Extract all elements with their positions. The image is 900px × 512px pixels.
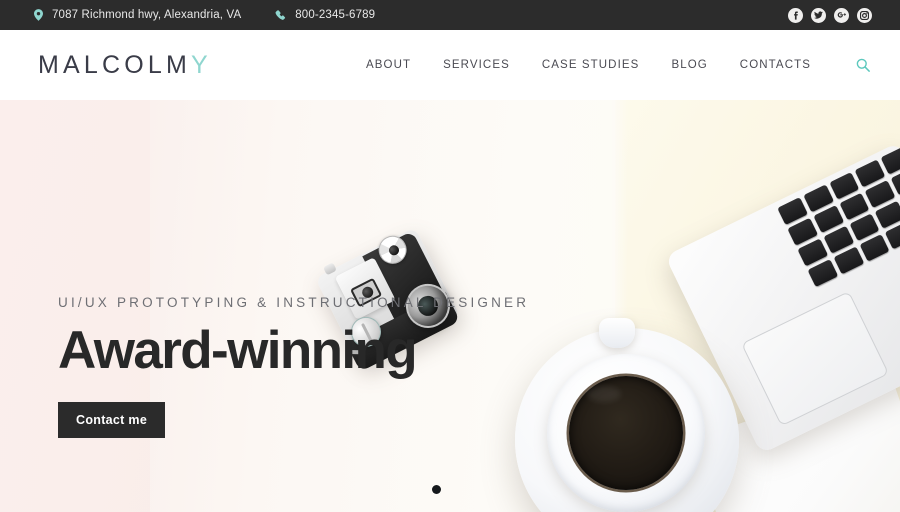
- twitter-icon[interactable]: [811, 7, 826, 23]
- search-icon[interactable]: [856, 58, 870, 72]
- nav-item-case-studies[interactable]: CASE STUDIES: [542, 59, 640, 71]
- nav-item-blog[interactable]: BLOG: [671, 59, 707, 71]
- phone-icon: [275, 9, 286, 21]
- hero-text-block: UI/UX PROTOTYPING & INSTRUCTIONAL DESIGN…: [58, 295, 530, 439]
- nav-item-services[interactable]: SERVICES: [443, 59, 510, 71]
- address-text: 7087 Richmond hwy, Alexandria, VA: [52, 9, 242, 21]
- contact-group: 7087 Richmond hwy, Alexandria, VA 800-23…: [34, 9, 375, 21]
- nav-item-about[interactable]: ABOUT: [366, 59, 411, 71]
- phone-item[interactable]: 800-2345-6789: [275, 9, 375, 21]
- main-navigation: ABOUT SERVICES CASE STUDIES BLOG CONTACT…: [366, 58, 870, 72]
- hero-section: UI/UX PROTOTYPING & INSTRUCTIONAL DESIGN…: [0, 100, 900, 512]
- site-header: MALCOLMY ABOUT SERVICES CASE STUDIES BLO…: [0, 30, 900, 100]
- contact-me-button[interactable]: Contact me: [58, 402, 166, 439]
- social-links: [788, 7, 872, 23]
- logo-main-text: MALCOLM: [38, 50, 192, 79]
- dark-speck: [432, 485, 441, 494]
- facebook-icon[interactable]: [788, 7, 803, 23]
- google-plus-icon[interactable]: [834, 7, 849, 23]
- coffee-cup-handle: [599, 318, 635, 348]
- site-logo[interactable]: MALCOLMY: [38, 50, 212, 79]
- coffee-highlight: [587, 386, 621, 402]
- map-pin-icon: [34, 9, 43, 21]
- address-item[interactable]: 7087 Richmond hwy, Alexandria, VA: [34, 9, 241, 21]
- hero-eyebrow: UI/UX PROTOTYPING & INSTRUCTIONAL DESIGN…: [58, 295, 530, 310]
- phone-text: 800-2345-6789: [295, 9, 376, 21]
- nav-item-contacts[interactable]: CONTACTS: [740, 59, 811, 71]
- top-contact-bar: 7087 Richmond hwy, Alexandria, VA 800-23…: [0, 0, 900, 30]
- coffee-cup: [515, 318, 739, 512]
- logo-accent-text: Y: [191, 50, 212, 79]
- instagram-icon[interactable]: [857, 7, 872, 23]
- hero-headline: Award-winning: [58, 321, 418, 380]
